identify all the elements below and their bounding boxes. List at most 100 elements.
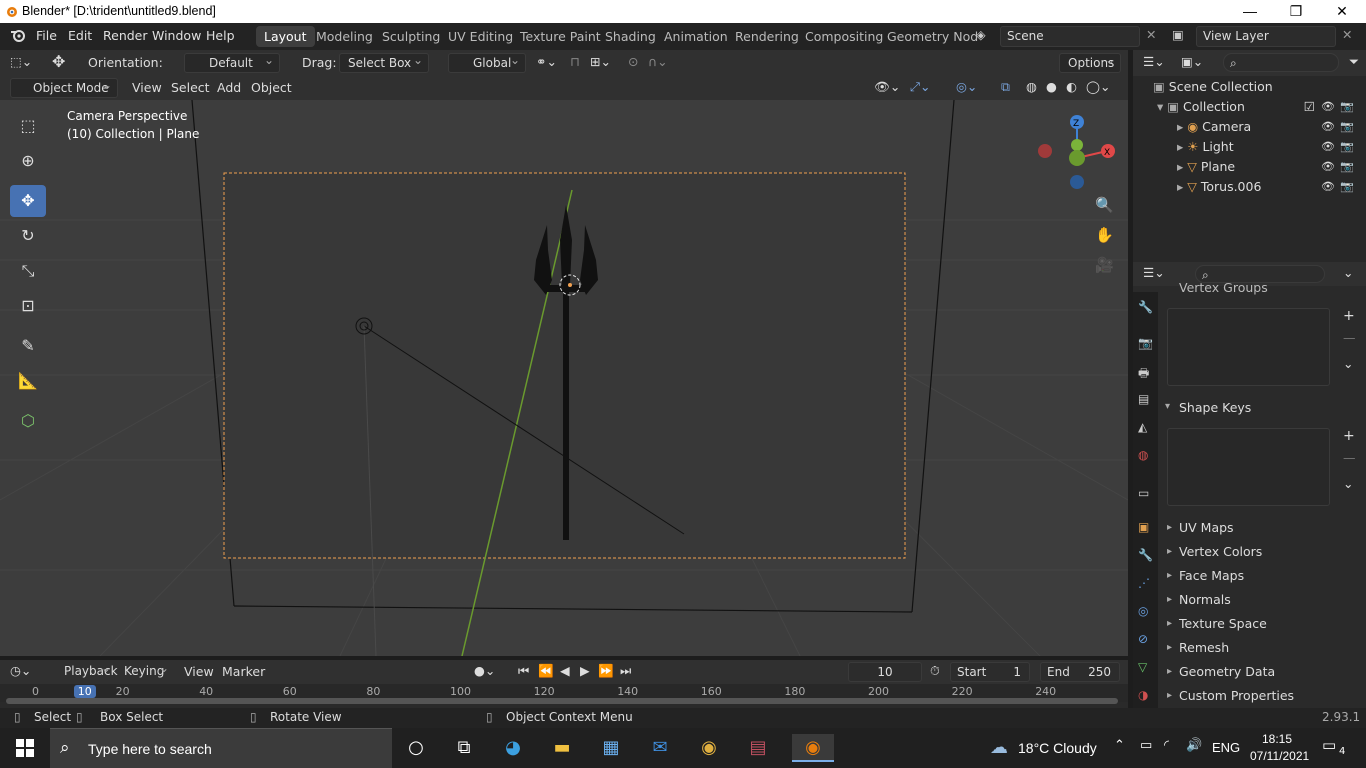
shape-keys-list[interactable] [1167,428,1330,506]
prev-keyframe-icon[interactable]: ⏪ [538,663,554,679]
vertex-groups-header[interactable]: Vertex Groups [1179,280,1268,295]
xray-toggle-icon[interactable]: ⧉ [1001,79,1010,95]
tab-texture-paint[interactable]: Texture Paint [512,26,609,47]
display-mode-icon[interactable]: ▣⌄ [1181,54,1203,69]
viewport-menu-view[interactable]: View [132,80,162,95]
snap-target-icon[interactable]: ⊞⌄ [590,54,611,69]
vertex-group-remove-icon[interactable]: — [1343,330,1356,345]
shape-key-menu-icon[interactable]: ⌄ [1343,476,1353,491]
menu-window[interactable]: Window [152,28,201,43]
timeline-scrollbar[interactable] [6,698,1118,704]
panel-texture-space[interactable]: Texture Space [1163,613,1363,635]
outliner-collection[interactable]: ▾ ▣ Collection ☑ 👁 📷 [1157,97,1363,117]
menu-edit[interactable]: Edit [68,28,92,43]
timeline-marker-menu[interactable]: Marker [222,664,265,679]
output-tab-icon[interactable]: 🖶 [1138,364,1149,385]
play-reverse-icon[interactable]: ◀ [560,663,570,678]
blender-menu-icon[interactable] [10,27,26,46]
volume-icon[interactable]: 🔊 [1186,738,1202,753]
mode-dropdown[interactable]: Object Mode [10,76,118,98]
weather-icon[interactable]: ☁ [984,734,1014,762]
menu-help[interactable]: Help [206,28,235,43]
blender-taskbar-icon[interactable]: ◉ [792,734,834,762]
menu-render[interactable]: Render [103,28,148,43]
viewport-menu-select[interactable]: Select [171,80,210,95]
viewport-menu-object[interactable]: Object [251,80,292,95]
tab-geometry-nodes[interactable]: Geometry Nod [879,26,986,47]
panel-face-maps[interactable]: Face Maps [1163,565,1363,587]
edge-icon[interactable]: ◕ [498,734,528,762]
filter-icon[interactable]: ⏷ [1349,54,1359,70]
shape-key-remove-icon[interactable]: — [1343,450,1356,465]
panel-custom-properties[interactable]: Custom Properties [1163,685,1363,707]
add-cube-tool-icon[interactable]: ⬡ [10,405,46,437]
tab-compositing[interactable]: Compositing [797,26,891,47]
language-indicator[interactable]: ENG [1212,740,1240,755]
shading-material-icon[interactable]: ◐ [1066,79,1077,94]
panel-vertex-colors[interactable]: Vertex Colors [1163,541,1363,563]
shading-wireframe-icon[interactable]: ◍ [1026,79,1037,94]
select-tool-icon[interactable]: ⬚ [10,110,46,142]
panel-uv-maps[interactable]: UV Maps [1163,517,1363,539]
preview-range-icon[interactable]: ⏱ [930,663,940,679]
battery-icon[interactable]: ▭ [1140,738,1152,753]
tab-rendering[interactable]: Rendering [727,26,807,47]
particles-tab-icon[interactable]: ⋰ [1138,576,1150,590]
panel-normals[interactable]: Normals [1163,589,1363,611]
proportional-edit-icon[interactable]: ⊙ [628,54,638,69]
record-icon[interactable]: ●⌄ [474,663,495,678]
tab-shading[interactable]: Shading [597,26,664,47]
play-icon[interactable]: ▶ [580,663,590,678]
zoom-icon[interactable]: 🔍 [1095,196,1114,214]
vertex-group-add-icon[interactable]: + [1343,308,1355,324]
jump-start-icon[interactable]: ⏮ [518,663,529,679]
start-frame-field[interactable]: Start 1 [950,662,1030,682]
collection-tab-icon[interactable]: ▭ [1138,486,1149,500]
timeline-view-menu[interactable]: View [184,664,214,679]
orientation-dropdown[interactable]: Default [184,51,280,73]
camera-view-icon[interactable]: 🎥 [1095,256,1114,274]
material-tab-icon[interactable]: ◑ [1138,688,1148,702]
panel-remesh[interactable]: Remesh [1163,637,1363,659]
properties-options-icon[interactable]: ⌄ [1343,265,1353,280]
menu-file[interactable]: File [36,28,57,43]
vertex-groups-list[interactable] [1167,308,1330,386]
viewport-menu-add[interactable]: Add [217,80,241,95]
properties-editor-icon[interactable]: ☰⌄ [1143,265,1165,280]
shading-solid-icon[interactable]: ● [1046,79,1057,94]
windows-start-icon[interactable] [10,734,40,762]
tab-animation[interactable]: Animation [656,26,736,47]
end-frame-field[interactable]: End 250 [1040,662,1120,682]
outliner-item-plane[interactable]: ▸ ▽ Plane 👁 📷 [1177,157,1363,177]
vertex-group-menu-icon[interactable]: ⌄ [1343,356,1353,371]
tab-uv-editing[interactable]: UV Editing [440,26,521,47]
transform-orientation-dropdown[interactable]: Global [448,51,526,73]
tab-sculpting[interactable]: Sculpting [374,26,448,47]
task-view-icon[interactable]: ⧉ [449,734,479,762]
weather-text[interactable]: 18°C Cloudy [1018,740,1097,756]
taskbar-search-box[interactable]: ⌕ Type here to search [50,728,392,768]
view-layer-field[interactable]: View Layer [1196,26,1336,47]
clock-time[interactable]: 18:15 [1262,732,1292,746]
3d-viewport[interactable]: Camera Perspective (10) Collection | Pla… [0,100,1128,656]
transform-tool-icon[interactable]: ⊡ [10,290,46,322]
pan-hand-icon[interactable]: ✋ [1095,226,1114,244]
current-frame-field[interactable]: 10 [848,662,922,682]
shading-rendered-icon[interactable]: ◯⌄ [1086,79,1110,94]
file-explorer-icon[interactable]: ▬ [547,734,577,762]
jump-end-icon[interactable]: ⏭ [620,663,631,679]
visibility-icon[interactable]: 👁⌄ [874,79,900,95]
tool-tab-icon[interactable]: 🔧 [1138,300,1153,314]
close-button[interactable]: ✕ [1319,0,1365,23]
physics-tab-icon[interactable]: ◎ [1138,604,1148,618]
chrome-icon[interactable]: ◉ [694,734,724,762]
navigation-gizmo[interactable]: Z X [1035,110,1128,190]
scene-name-field[interactable]: Scene [1000,26,1140,47]
scene-tab-icon[interactable]: ◭ [1138,420,1147,434]
outliner-scene-collection[interactable]: ▣ Scene Collection [1153,77,1363,97]
cursor-tool-icon[interactable]: ⊕ [10,145,46,177]
wifi-icon[interactable]: ◜ [1164,738,1169,753]
minimize-button[interactable]: — [1227,0,1273,23]
outliner-item-camera[interactable]: ▸ ◉ Camera 👁 📷 [1177,117,1363,137]
options-dropdown[interactable]: Options [1059,51,1121,73]
